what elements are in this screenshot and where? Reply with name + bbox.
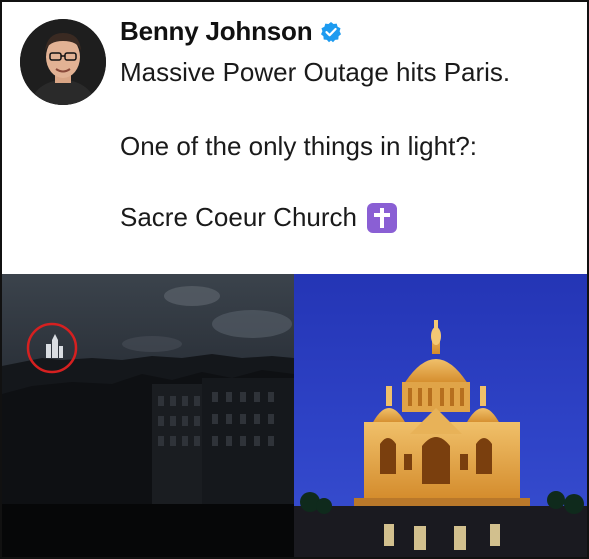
- avatar[interactable]: [20, 19, 106, 105]
- author-row: Benny Johnson: [120, 16, 342, 47]
- avatar-photo: [20, 19, 106, 105]
- tweet-text-line-1: Massive Power Outage hits Paris.: [120, 57, 511, 87]
- tweet-text-line-2: One of the only things in light?:: [120, 131, 478, 161]
- latin-cross-emoji-icon: [367, 202, 397, 233]
- tweet-media: [2, 274, 587, 557]
- tweet-screenshot: Benny Johnson Massive Power Outage hits …: [0, 0, 589, 559]
- sacre-coeur-illuminated-photo[interactable]: [294, 274, 587, 557]
- verified-badge-icon: [320, 21, 342, 43]
- tweet-text-line-3-label: Sacre Coeur Church: [120, 202, 357, 232]
- dark-paris-skyline-photo[interactable]: [2, 274, 294, 557]
- tweet-text-line-3: Sacre Coeur Church: [120, 202, 397, 233]
- author-name[interactable]: Benny Johnson: [120, 16, 313, 47]
